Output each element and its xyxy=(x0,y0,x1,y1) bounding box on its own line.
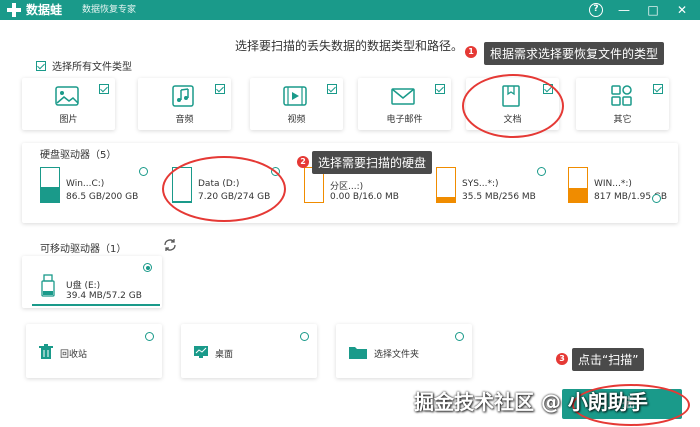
file-type-email[interactable]: 电子邮件 xyxy=(358,78,451,130)
trash-icon xyxy=(39,344,53,359)
file-type-label: 视频 xyxy=(287,115,306,125)
drive-name: WIN...*:) xyxy=(594,179,632,189)
file-type-other[interactable]: 其它 xyxy=(576,78,669,130)
location-desktop[interactable]: 桌面 xyxy=(181,324,317,378)
drive-size: 0.00 B/16.0 MB xyxy=(330,192,399,202)
other-icon xyxy=(611,85,632,106)
select-all-checkbox[interactable]: 选择所有文件类型 xyxy=(36,58,132,73)
checkbox-icon xyxy=(36,60,46,71)
file-type-image[interactable]: 图片 xyxy=(22,78,115,130)
drive-name: Win...C:) xyxy=(66,179,105,189)
file-type-label: 音频 xyxy=(175,115,194,125)
file-type-label: 电子邮件 xyxy=(386,115,423,125)
desktop-icon xyxy=(194,346,208,358)
image-icon xyxy=(55,86,79,106)
location-label: 选择文件夹 xyxy=(374,350,420,360)
checkbox-icon[interactable] xyxy=(215,84,225,94)
file-type-video[interactable]: 视频 xyxy=(250,78,343,130)
removable-drive-name: U盘 (E:) xyxy=(66,281,101,291)
annotation-callout: 选择需要扫描的硬盘 xyxy=(312,151,433,174)
file-type-label: 图片 xyxy=(59,115,78,125)
select-all-label: 选择所有文件类型 xyxy=(52,62,132,73)
help-button[interactable]: ? xyxy=(589,3,603,17)
annotation-badge: 3 xyxy=(556,353,568,365)
drive-name: 分区...:) xyxy=(330,182,364,192)
hard-drive-section-title: 硬盘驱动器（5） xyxy=(40,150,117,161)
removable-section-title: 可移动驱动器（1） xyxy=(40,244,127,255)
email-icon xyxy=(391,88,415,105)
annotation-ellipse xyxy=(162,156,286,222)
drive-usage-fill xyxy=(569,188,587,202)
app-title: 数据蛙 xyxy=(26,3,63,17)
annotation-ellipse xyxy=(462,74,564,138)
annotation-badge: 2 xyxy=(297,156,309,168)
location-radio[interactable] xyxy=(455,332,464,341)
watermark-text: 掘金技术社区 @ 小朗助手 xyxy=(414,390,648,414)
drive-usage-bar xyxy=(40,167,60,203)
checkbox-icon[interactable] xyxy=(327,84,337,94)
drive-usage-bar xyxy=(568,167,588,203)
logo-icon xyxy=(7,3,21,17)
video-icon xyxy=(283,86,307,106)
checkbox-icon[interactable] xyxy=(653,84,663,94)
location-radio[interactable] xyxy=(300,332,309,341)
refresh-icon[interactable] xyxy=(163,238,177,252)
drive-size: 86.5 GB/200 GB xyxy=(66,192,139,202)
drive-size: 35.5 MB/256 MB xyxy=(462,192,536,202)
title-bar: 数据蛙 数据恢复专家 ? — □ ✕ xyxy=(0,0,700,20)
annotation-callout: 根据需求选择要恢复文件的类型 xyxy=(484,42,665,65)
minimize-button[interactable]: — xyxy=(616,2,632,18)
file-type-label: 其它 xyxy=(613,115,632,125)
drive-name: SYS...*:) xyxy=(462,179,499,189)
annotation-badge: 1 xyxy=(465,46,477,58)
drive-c-radio[interactable] xyxy=(139,167,148,176)
maximize-button[interactable]: □ xyxy=(645,2,661,18)
removable-drive-underline xyxy=(32,304,160,306)
instruction-text: 选择要扫描的丢失数据的数据类型和路径。 xyxy=(235,39,464,53)
checkbox-icon[interactable] xyxy=(99,84,109,94)
location-label: 回收站 xyxy=(60,350,88,360)
removable-drive-radio[interactable] xyxy=(143,263,152,272)
app-subtitle: 数据恢复专家 xyxy=(82,5,137,15)
usb-drive-icon xyxy=(41,274,55,297)
removable-drive-size: 39.4 MB/57.2 GB xyxy=(66,291,142,301)
location-recycle-bin[interactable]: 回收站 xyxy=(26,324,162,378)
location-radio[interactable] xyxy=(145,332,154,341)
drive-sys-radio[interactable] xyxy=(537,167,546,176)
file-type-audio[interactable]: 音频 xyxy=(138,78,231,130)
close-button[interactable]: ✕ xyxy=(674,2,690,18)
location-select-folder[interactable]: 选择文件夹 xyxy=(336,324,472,378)
drive-usage-fill xyxy=(41,187,59,202)
drive-usage-bar xyxy=(436,167,456,203)
location-label: 桌面 xyxy=(215,350,234,360)
music-icon xyxy=(172,85,194,107)
annotation-callout: 点击“扫描” xyxy=(572,348,645,371)
drive-win-radio[interactable] xyxy=(652,194,661,203)
folder-icon xyxy=(349,347,367,359)
drive-usage-fill xyxy=(437,197,455,202)
checkbox-icon[interactable] xyxy=(435,84,445,94)
